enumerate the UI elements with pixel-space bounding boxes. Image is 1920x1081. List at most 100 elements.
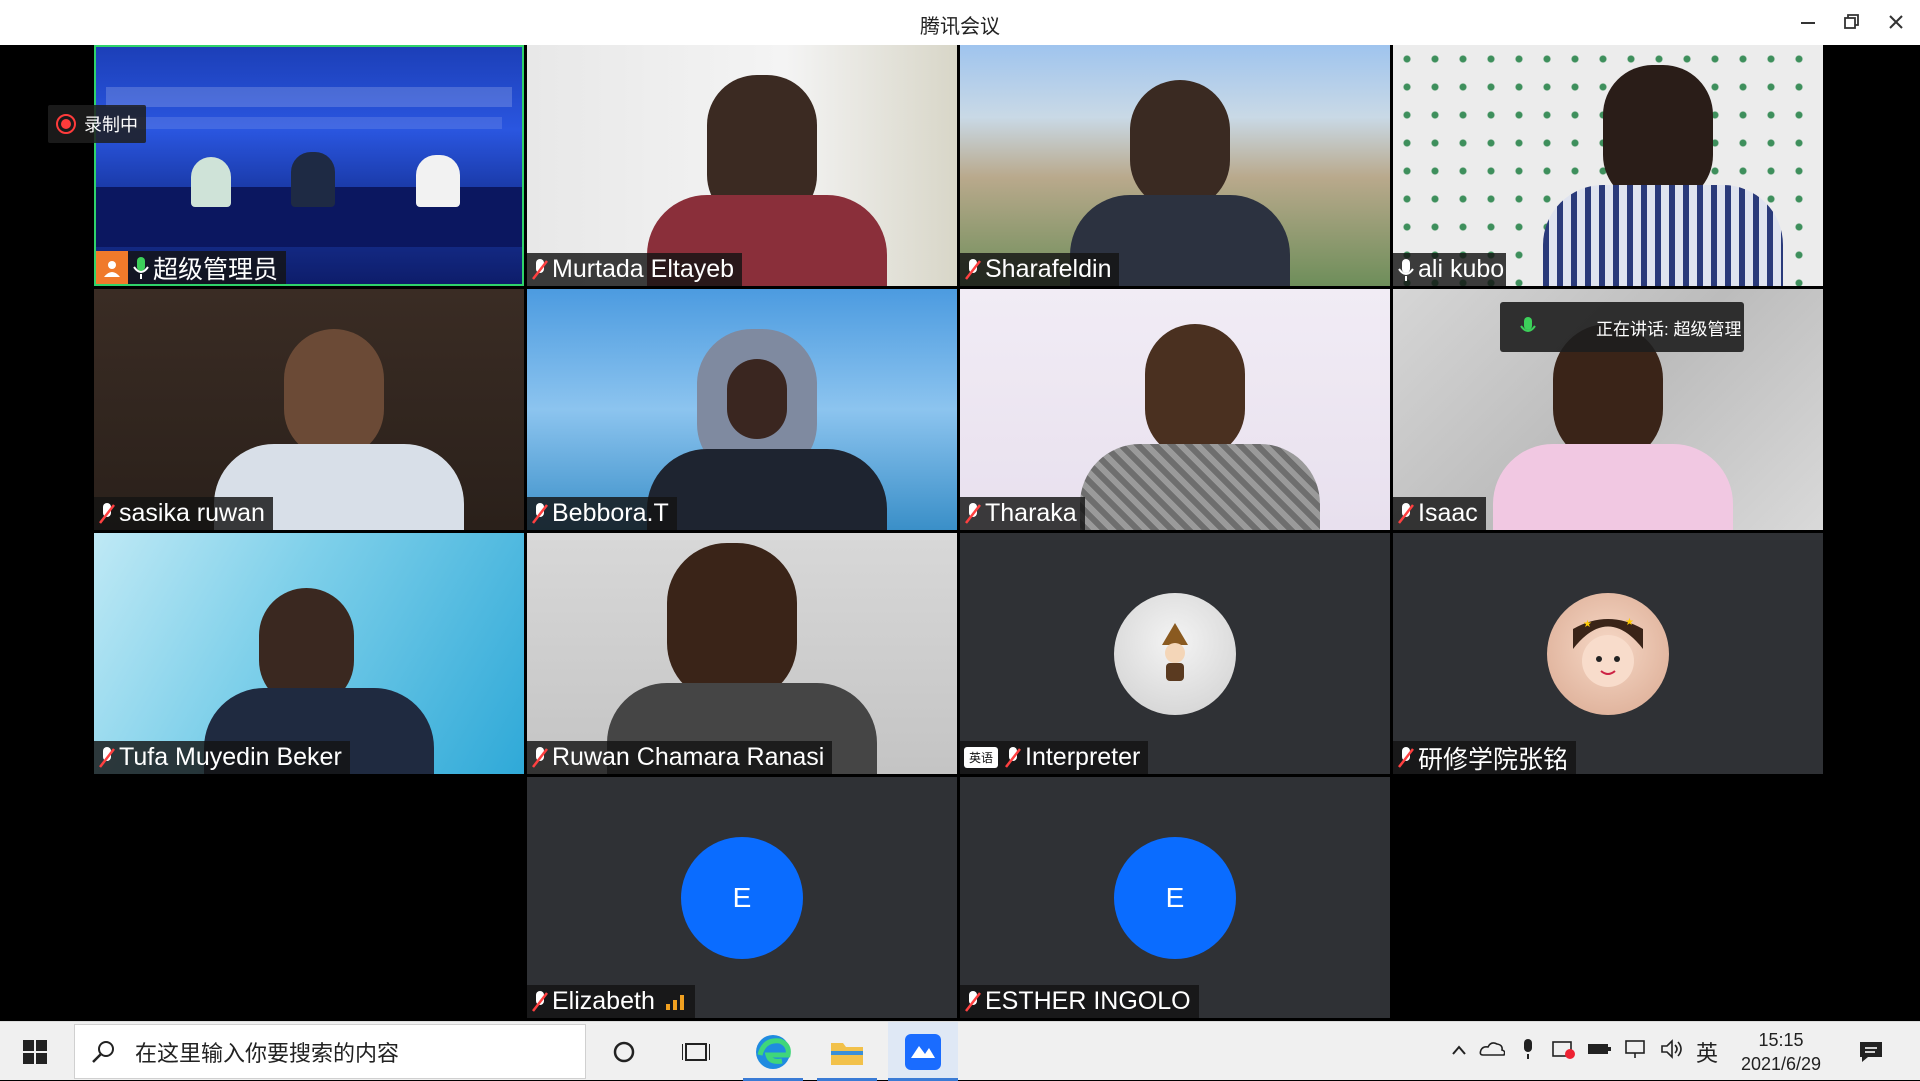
participant-name: Interpreter: [1025, 743, 1141, 771]
folder-icon: [831, 1042, 863, 1065]
edge-browser-icon: [756, 1034, 791, 1069]
record-icon: [56, 114, 76, 134]
minimize-icon: [1801, 22, 1815, 24]
title-bar: 腾讯会议: [0, 0, 1920, 45]
name-label: ESTHER INGOLO: [960, 985, 1199, 1018]
name-label: sasika ruwan: [94, 497, 273, 530]
conference-stage-video: [96, 47, 522, 284]
participant-video: [527, 289, 957, 530]
windows-logo-icon: [23, 1039, 47, 1064]
video-grid: 超级管理员 Murtada Eltayeb Sharafeldin ali ku…: [0, 45, 1920, 1021]
edge-app[interactable]: [743, 1022, 803, 1081]
video-tile[interactable]: Tufa Muyedin Beker: [94, 533, 524, 774]
mic-muted-icon: [532, 258, 548, 280]
video-tile[interactable]: 英语 Interpreter: [960, 533, 1390, 774]
file-explorer-app[interactable]: [817, 1022, 877, 1081]
cortana-icon: [613, 1041, 635, 1062]
video-tile[interactable]: Sharafeldin: [960, 45, 1390, 286]
name-label: Murtada Eltayeb: [527, 253, 743, 286]
video-tile[interactable]: Ruwan Chamara Ranasi: [527, 533, 957, 774]
participant-name: Tharaka: [985, 499, 1077, 527]
participant-name: 超级管理员: [153, 255, 279, 284]
show-hidden-icons-button[interactable]: [1444, 1043, 1474, 1061]
child-photo-avatar-icon: ★ ★: [1573, 617, 1643, 687]
system-tray: 英: [1444, 1022, 1724, 1081]
speaking-label: 正在讲话: 超级管理: [1596, 319, 1742, 339]
name-label: 英语 Interpreter: [960, 741, 1149, 774]
name-label: Isaac: [1393, 497, 1486, 530]
screen-capture-icon[interactable]: [1546, 1039, 1582, 1064]
participant-video: [1393, 45, 1823, 286]
participant-name: Elizabeth: [552, 987, 655, 1015]
minimize-button[interactable]: [1790, 6, 1826, 38]
video-tile[interactable]: Murtada Eltayeb: [527, 45, 957, 286]
avatar: [1114, 592, 1236, 715]
avatar: E: [681, 836, 803, 959]
video-tile[interactable]: ★ ★ 研修学院张铭: [1393, 533, 1823, 774]
action-center-button[interactable]: [1846, 1022, 1896, 1081]
participant-name: Tufa Muyedin Beker: [119, 743, 342, 771]
name-label: ali kubo: [1393, 253, 1507, 286]
chevron-up-icon: [1452, 1044, 1466, 1055]
participant-name: 研修学院张铭: [1418, 745, 1569, 774]
search-placeholder: 在这里输入你要搜索的内容: [135, 1040, 400, 1066]
mic-muted-icon: [532, 990, 548, 1012]
tencent-meeting-app[interactable]: [888, 1022, 958, 1081]
video-tile-host[interactable]: 超级管理员: [94, 45, 524, 286]
participant-video: [960, 289, 1390, 530]
restore-button[interactable]: [1834, 6, 1870, 38]
video-tile[interactable]: Tharaka: [960, 289, 1390, 530]
battery-icon[interactable]: [1582, 1042, 1618, 1061]
mic-muted-icon: [965, 990, 981, 1012]
taskbar-clock[interactable]: 15:15 2021/6/29: [1726, 1028, 1836, 1076]
mic-muted-icon: [99, 746, 115, 768]
mic-muted-icon: [99, 502, 115, 524]
participant-name: Murtada Eltayeb: [552, 255, 735, 283]
tencent-meeting-icon: [905, 1033, 941, 1070]
participant-name: sasika ruwan: [119, 499, 265, 527]
clock-time: 15:15: [1758, 1030, 1804, 1050]
signal-strength-icon: [665, 994, 684, 1010]
taskbar-search[interactable]: 在这里输入你要搜索的内容: [74, 1024, 586, 1079]
mic-on-icon: [133, 256, 149, 279]
participant-video: [94, 533, 524, 774]
video-tile[interactable]: sasika ruwan: [94, 289, 524, 530]
participant-video: [527, 45, 957, 286]
mic-on-icon: [1398, 258, 1414, 281]
name-label: Elizabeth: [527, 985, 695, 1018]
onedrive-icon[interactable]: [1474, 1041, 1510, 1062]
name-label: Ruwan Chamara Ranasi: [527, 741, 833, 774]
start-button[interactable]: [0, 1022, 70, 1081]
network-icon[interactable]: [1618, 1039, 1654, 1064]
video-tile[interactable]: ali kubo: [1393, 45, 1823, 286]
participant-video: [960, 45, 1390, 286]
input-method-indicator[interactable]: 英: [1690, 1036, 1724, 1068]
avatar: E: [1114, 836, 1236, 959]
mic-muted-icon: [532, 502, 548, 524]
name-label: Sharafeldin: [960, 253, 1120, 286]
name-label: 超级管理员: [96, 251, 287, 284]
window-title: 腾讯会议: [920, 16, 1000, 38]
avatar: ★ ★: [1547, 592, 1669, 715]
task-view-button[interactable]: [672, 1022, 720, 1081]
recording-indicator[interactable]: 录制中: [48, 105, 146, 143]
participant-name: ESTHER INGOLO: [985, 987, 1191, 1015]
language-badge: 英语: [964, 747, 999, 768]
participant-name: Isaac: [1418, 499, 1478, 527]
video-tile[interactable]: E Elizabeth: [527, 777, 957, 1018]
close-button[interactable]: [1878, 6, 1914, 38]
clock-date: 2021/6/29: [1740, 1054, 1822, 1074]
participant-video: [94, 289, 524, 530]
svg-text:★: ★: [1583, 619, 1592, 630]
mic-on-icon: [1520, 317, 1536, 332]
mic-muted-icon: [1398, 746, 1414, 768]
taskbar: 在这里输入你要搜索的内容 英 15:15 2021/6/29: [0, 1021, 1920, 1081]
volume-icon[interactable]: [1654, 1039, 1690, 1064]
mic-muted-icon: [965, 502, 981, 524]
participant-name: ali kubo: [1418, 255, 1505, 283]
cortana-button[interactable]: [600, 1022, 648, 1081]
video-tile[interactable]: Bebbora.T: [527, 289, 957, 530]
notification-icon: [1860, 1041, 1882, 1062]
microphone-icon[interactable]: [1510, 1038, 1546, 1065]
video-tile[interactable]: E ESTHER INGOLO: [960, 777, 1390, 1018]
